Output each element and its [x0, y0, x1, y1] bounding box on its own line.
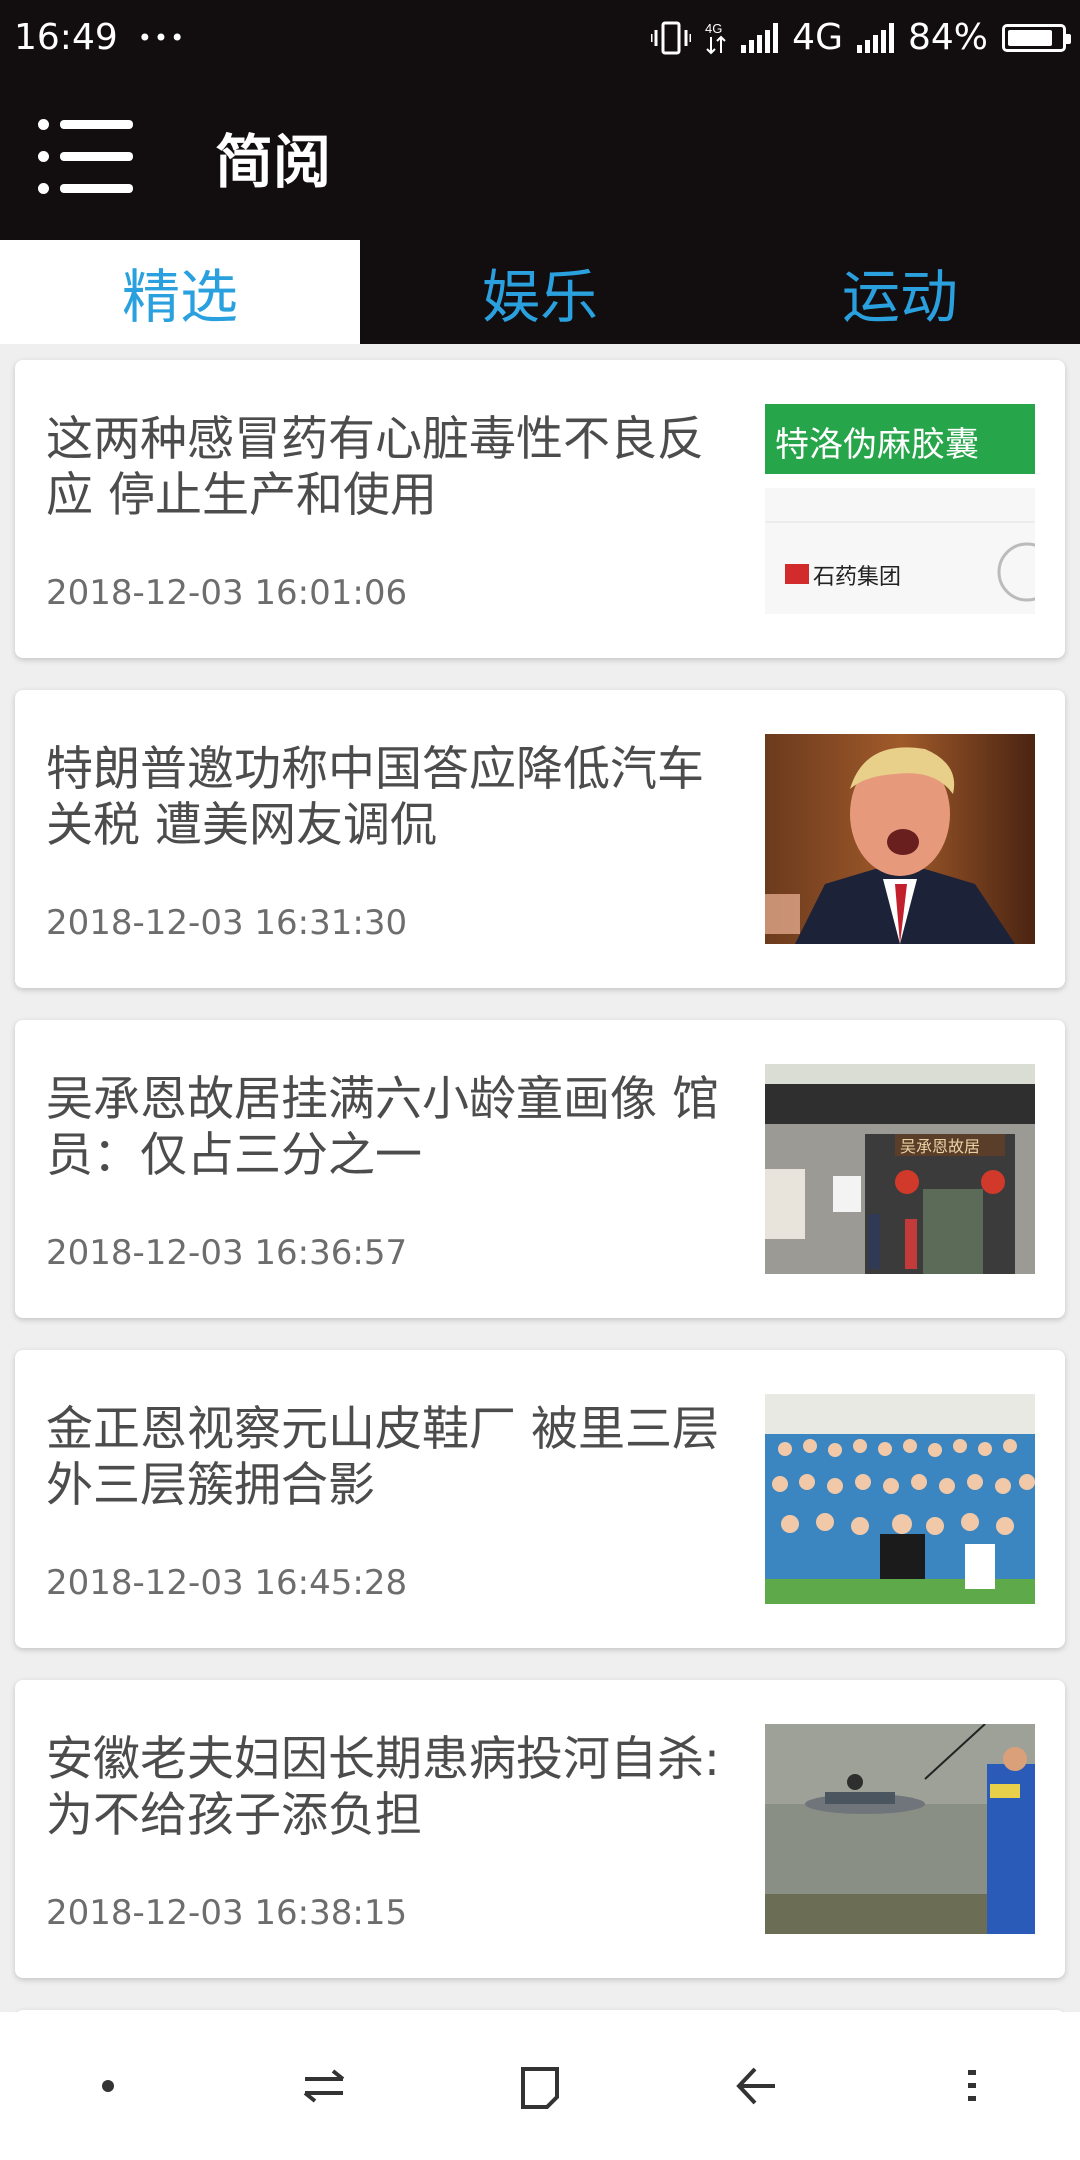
news-thumbnail: 特洛伪麻胶囊 石药集团: [765, 404, 1035, 614]
signal-icon-2: [856, 22, 894, 53]
nav-more-button[interactable]: [912, 2026, 1032, 2146]
news-title: 特朗普邀功称中国答应降低汽车关税 遭美网友调侃: [46, 742, 704, 853]
data-arrows-icon: 4G: [705, 21, 726, 54]
house-plaque-text: 吴承恩故居: [900, 1137, 980, 1156]
news-card[interactable]: 安徽老夫妇因长期患病投河自杀:为不给孩子添负担 2018-12-03 16:38…: [15, 1680, 1065, 1978]
tab-sports[interactable]: 运动: [720, 240, 1080, 344]
news-time: 2018-12-03 16:45:28: [46, 1563, 408, 1603]
news-card[interactable]: 特朗普邀功称中国答应降低汽车关税 遭美网友调侃 2018-12-03 16:31…: [15, 690, 1065, 988]
news-card[interactable]: 这两种感冒药有心脏毒性不良反应 停止生产和使用 2018-12-03 16:01…: [15, 360, 1065, 658]
news-time: 2018-12-03 16:31:30: [46, 903, 408, 943]
vibrate-icon: [651, 21, 692, 54]
back-icon: [736, 2067, 775, 2105]
nav-back-button[interactable]: [696, 2026, 816, 2146]
nav-home-button[interactable]: [480, 2026, 600, 2146]
news-title: 安徽老夫妇因长期患病投河自杀:为不给孩子添负担: [46, 1732, 720, 1843]
news-card[interactable]: 吴承恩故居挂满六小龄童画像 馆员：仅占三分之一 2018-12-03 16:36…: [15, 1020, 1065, 1318]
app-bar: 简阅: [0, 75, 1080, 240]
news-title: 这两种感冒药有心脏毒性不良反应 停止生产和使用: [46, 412, 704, 523]
news-thumbnail: [765, 1724, 1035, 1934]
news-thumbnail: [765, 1394, 1035, 1604]
news-title: 金正恩视察元山皮鞋厂 被里三层外三层簇拥合影: [46, 1402, 719, 1513]
dot-icon: [102, 2080, 114, 2092]
tab-entertainment[interactable]: 娱乐: [360, 240, 720, 344]
news-time: 2018-12-03 16:01:06: [46, 573, 408, 613]
med-name-text: 特洛伪麻胶囊: [775, 425, 979, 465]
app-title: 简阅: [215, 128, 332, 196]
news-time: 2018-12-03 16:36:57: [46, 1233, 408, 1273]
home-icon: [521, 2067, 559, 2109]
nav-switch-button[interactable]: [264, 2026, 384, 2146]
menu-icon[interactable]: [38, 119, 133, 195]
battery-percent: 84%: [907, 17, 988, 58]
category-tabs: 精选 娱乐 运动: [0, 240, 1080, 344]
news-thumbnail: 吴承恩故居: [765, 1064, 1035, 1274]
svg-text:4G: 4G: [705, 21, 722, 36]
status-bar: 16:49 ••• 4G 4G 84%: [0, 0, 1080, 75]
med-brand-text: 石药集团: [813, 565, 901, 590]
network-type: 4G: [792, 17, 843, 58]
more-icon: [968, 2070, 976, 2101]
news-card[interactable]: 金正恩视察元山皮鞋厂 被里三层外三层簇拥合影 2018-12-03 16:45:…: [15, 1350, 1065, 1648]
nav-dot-button[interactable]: [48, 2026, 168, 2146]
news-title: 吴承恩故居挂满六小龄童画像 馆员：仅占三分之一: [46, 1072, 719, 1183]
status-more-icon: •••: [137, 23, 187, 52]
system-nav-bar: [0, 2012, 1080, 2160]
news-thumbnail: [765, 734, 1035, 944]
tab-featured[interactable]: 精选: [0, 240, 360, 344]
switch-icon: [303, 2069, 345, 2103]
signal-icon: [741, 22, 779, 53]
battery-icon: [1002, 23, 1071, 52]
news-time: 2018-12-03 16:38:15: [46, 1893, 408, 1933]
status-time: 16:49: [14, 17, 118, 58]
